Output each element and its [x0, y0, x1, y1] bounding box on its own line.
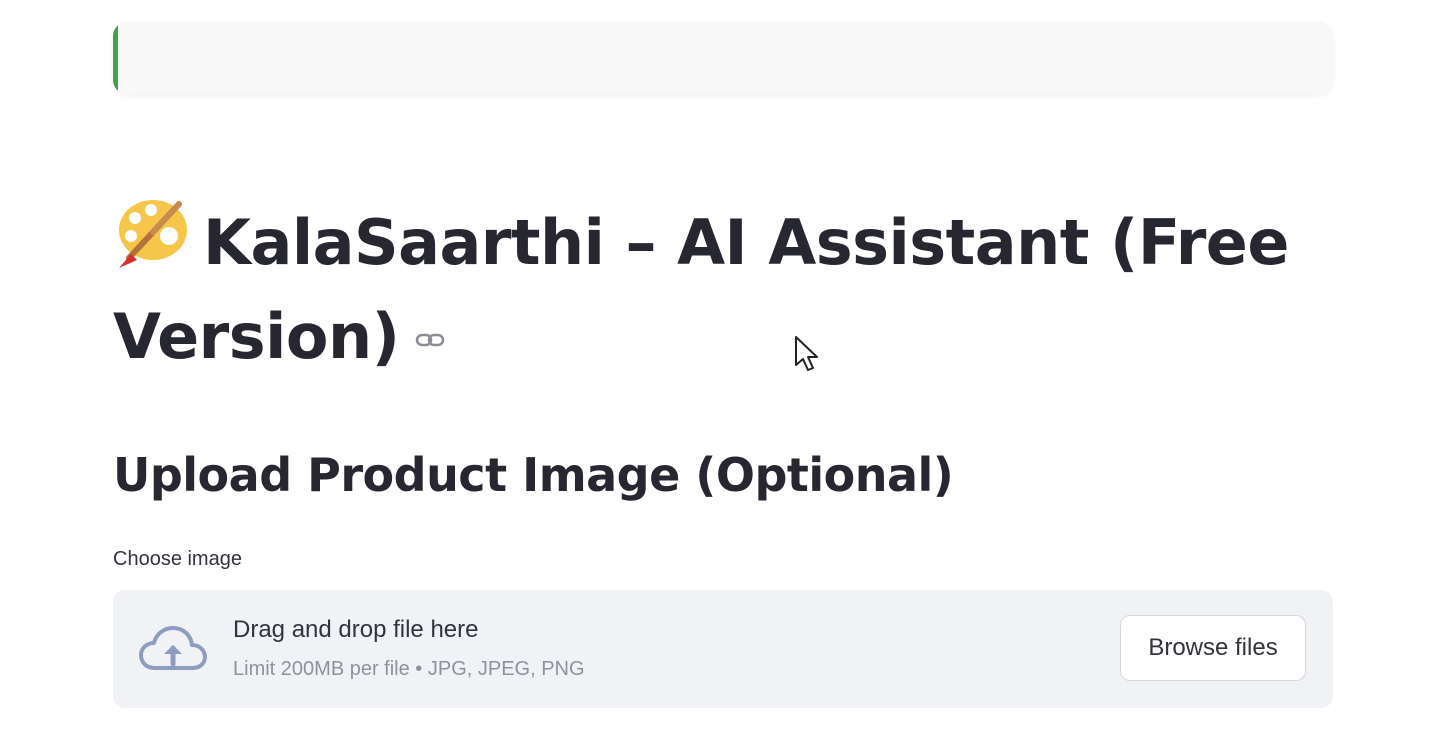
dropzone-limits: Limit 200MB per file • JPG, JPEG, PNG — [233, 658, 585, 680]
app-page: KalaSaarthi – AI Assistant (Free Version… — [0, 0, 1448, 748]
mouse-cursor-icon — [795, 336, 818, 371]
browse-files-button[interactable]: Browse files — [1120, 615, 1306, 681]
link-icon[interactable] — [415, 330, 445, 350]
cloud-upload-icon — [139, 626, 207, 670]
choose-image-label: Choose image — [113, 548, 242, 570]
page-title: KalaSaarthi – AI Assistant (Free Version… — [113, 196, 1333, 384]
page-title-text: KalaSaarthi – AI Assistant (Free Version… — [113, 206, 1289, 373]
upload-section-heading: Upload Product Image (Optional) — [113, 448, 954, 502]
dropzone-instruction: Drag and drop file here — [233, 616, 479, 643]
top-banner — [113, 22, 1333, 94]
artist-palette-icon — [119, 200, 187, 268]
banner-accent — [113, 22, 118, 94]
file-dropzone[interactable]: Drag and drop file here Limit 200MB per … — [113, 590, 1333, 708]
